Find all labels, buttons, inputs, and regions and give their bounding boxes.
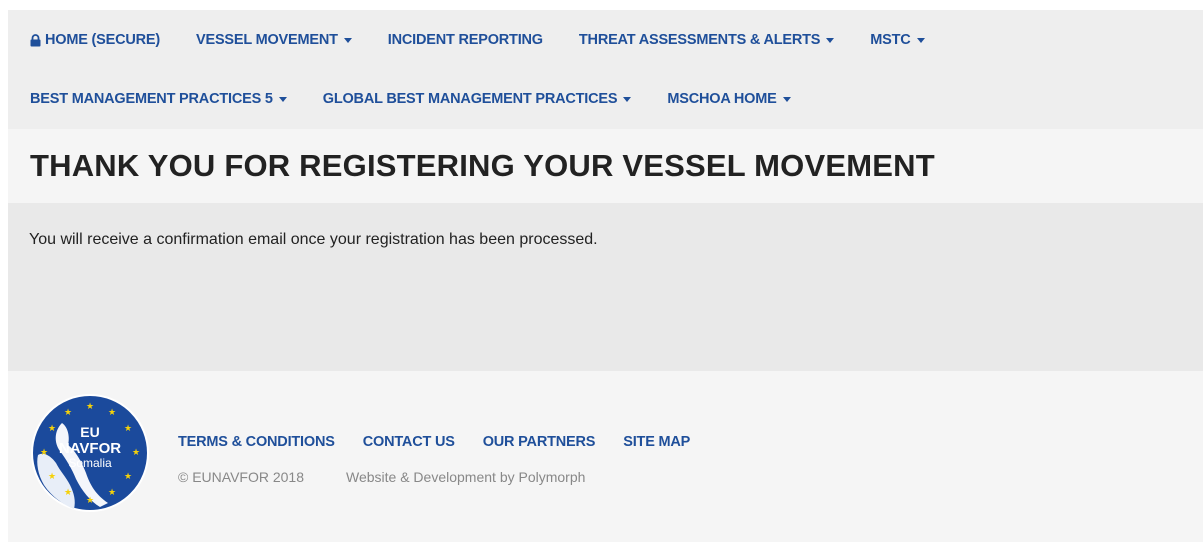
nav-mstc[interactable]: MSTC [870, 32, 925, 48]
caret-down-icon [916, 38, 925, 43]
nav-home-secure[interactable]: HOME (SECURE) [30, 32, 160, 48]
svg-text:★: ★ [132, 448, 140, 458]
lock-icon [30, 33, 41, 46]
credit-text: Website & Development by Polymorph [346, 469, 586, 485]
nav-label: GLOBAL BEST MANAGEMENT PRACTICES [322, 90, 618, 107]
svg-text:★: ★ [86, 402, 94, 412]
main-nav: HOME (SECURE) VESSEL MOVEMENT INCIDENT R… [8, 10, 1203, 129]
footer-meta: © EUNAVFOR 2018 Website & Development by… [178, 469, 585, 485]
page-title: THANK YOU FOR REGISTERING YOUR VESSEL MO… [30, 148, 935, 183]
svg-text:★: ★ [40, 448, 48, 458]
svg-text:★: ★ [124, 424, 132, 434]
nav-mschoa-home[interactable]: MSCHOA HOME [667, 90, 791, 107]
svg-text:★: ★ [48, 424, 56, 434]
svg-text:★: ★ [86, 496, 94, 506]
nav-label: MSCHOA HOME [667, 90, 777, 107]
caret-down-icon [278, 96, 287, 102]
logo-text-navfor: NAVFOR [59, 440, 121, 457]
nav-row-2: BEST MANAGEMENT PRACTICES 5 GLOBAL BEST … [30, 69, 1203, 128]
eunavfor-logo[interactable]: ★ ★ ★ ★ ★ ★ ★ ★ ★ ★ ★ ★ EU NAVFOR Somali… [30, 393, 150, 513]
nav-row-1: HOME (SECURE) VESSEL MOVEMENT INCIDENT R… [30, 10, 1203, 70]
nav-vessel-movement[interactable]: VESSEL MOVEMENT [196, 32, 352, 48]
footer-link-contact[interactable]: CONTACT US [363, 434, 455, 450]
caret-down-icon [826, 38, 835, 43]
svg-text:★: ★ [108, 408, 116, 418]
footer-links: TERMS & CONDITIONS CONTACT US OUR PARTNE… [178, 434, 718, 450]
logo-text-eu: EU [80, 424, 99, 440]
svg-text:★: ★ [108, 488, 116, 498]
footer: ★ ★ ★ ★ ★ ★ ★ ★ ★ ★ ★ ★ EU NAVFOR Somali… [8, 371, 1203, 542]
footer-link-sitemap[interactable]: SITE MAP [623, 434, 690, 450]
main-content: You will receive a confirmation email on… [8, 203, 1203, 371]
page: HOME (SECURE) VESSEL MOVEMENT INCIDENT R… [8, 10, 1203, 542]
caret-down-icon [343, 38, 352, 43]
copyright-text: © EUNAVFOR 2018 [178, 469, 304, 485]
footer-link-terms[interactable]: TERMS & CONDITIONS [178, 434, 335, 450]
nav-global-bmp[interactable]: GLOBAL BEST MANAGEMENT PRACTICES [323, 91, 632, 107]
nav-label: THREAT ASSESSMENTS & ALERTS [578, 32, 821, 48]
footer-link-partners[interactable]: OUR PARTNERS [483, 434, 596, 450]
logo-text-somalia: Somalia [68, 456, 112, 470]
svg-text:★: ★ [48, 472, 56, 482]
svg-text:★: ★ [64, 488, 72, 498]
caret-down-icon [782, 96, 791, 102]
caret-down-icon [623, 96, 632, 102]
nav-label: INCIDENT REPORTING [387, 32, 543, 48]
nav-bmp5[interactable]: BEST MANAGEMENT PRACTICES 5 [30, 91, 287, 107]
nav-incident-reporting[interactable]: INCIDENT REPORTING [388, 32, 543, 48]
title-bar: THANK YOU FOR REGISTERING YOUR VESSEL MO… [8, 129, 1203, 203]
nav-label: MSTC [870, 32, 911, 48]
nav-label: BEST MANAGEMENT PRACTICES 5 [30, 90, 273, 107]
nav-threat-assessments[interactable]: THREAT ASSESSMENTS & ALERTS [578, 32, 835, 48]
nav-label: HOME (SECURE) [45, 32, 161, 48]
confirmation-message: You will receive a confirmation email on… [29, 231, 598, 248]
svg-text:★: ★ [64, 408, 72, 418]
svg-text:★: ★ [124, 472, 132, 482]
nav-label: VESSEL MOVEMENT [196, 32, 338, 48]
